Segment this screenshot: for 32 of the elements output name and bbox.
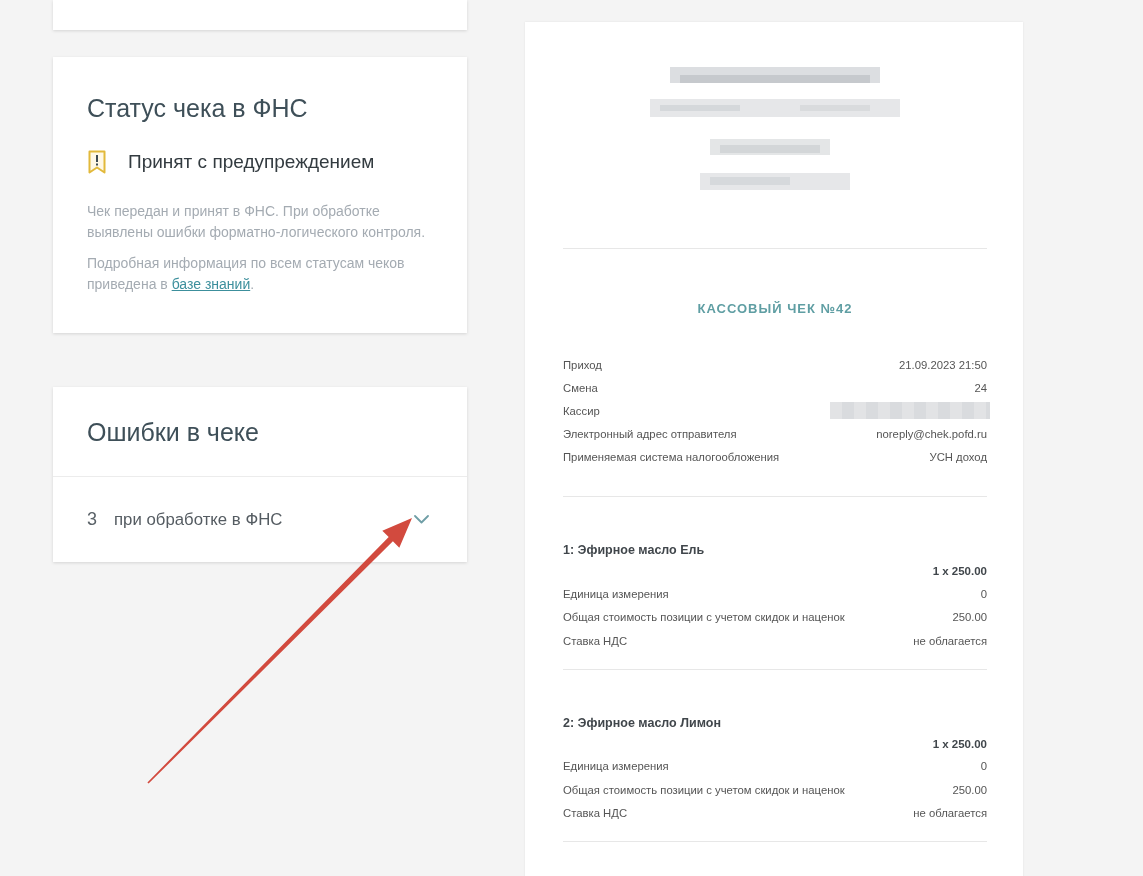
receipt-field-label: Кассир	[563, 404, 600, 417]
quantity-price: 1 x 250.00	[932, 565, 987, 577]
card-title: Ошибки в чеке	[87, 417, 260, 447]
error-group-toggle[interactable]: 3 при обработке в ФНС	[53, 477, 467, 562]
receipt-field-value: 250.00	[952, 611, 987, 624]
status-label: Принят с предупреждением	[128, 151, 375, 173]
receipt-field-label: Единица измерения	[563, 760, 669, 773]
status-description: Чек передан и принят в ФНС. При обработке выявлены ошибки форматно-логического контроля.	[87, 202, 427, 242]
receipt-field-value: noreply@chek.pofd.ru	[876, 427, 987, 440]
receipt-field-value: 250.00	[952, 783, 987, 796]
receipt-field-value: не облагается	[913, 807, 987, 820]
position-title: 1: Эфирное масло Ель	[563, 542, 706, 559]
receipt-field-value: 24	[974, 381, 987, 394]
receipt-field-label: Ставка НДС	[563, 807, 628, 820]
receipt-field-label: Единица измерения	[563, 587, 669, 600]
receipt-field-label: Ставка НДС	[563, 634, 628, 647]
receipt-title: КАССОВЫЙ ЧЕК №42	[696, 300, 854, 318]
quantity-price: 1 x 250.00	[932, 737, 987, 750]
receipt-field-label: Приход	[563, 358, 602, 371]
receipt-field-label: Общая стоимость позиции с учетом скидок и наценок	[563, 783, 845, 796]
receipt-field-value: УСН доход	[929, 450, 987, 463]
receipt-field-value: 21.09.2023 21:50	[899, 358, 987, 371]
status-info-text: Подробная информация по всем статусам чеков приведена в базе знаний.	[87, 254, 406, 294]
receipt-field-value: 0	[980, 760, 987, 773]
position-title: 2: Эфирное масло Лимон	[563, 714, 722, 732]
card-title: Статус чека в ФНС	[87, 93, 309, 123]
receipt-field-value: не облагается	[913, 634, 987, 647]
receipt-field-value: 0	[980, 587, 987, 600]
receipt-field-label: Общая стоимость позиции с учетом скидок и наценок	[563, 611, 845, 624]
receipt-field-label: Электронный адрес отправителя	[563, 427, 737, 440]
receipt-field-label: Смена	[563, 381, 598, 394]
receipt-field-label: Применяемая система налогообложения	[563, 450, 780, 463]
